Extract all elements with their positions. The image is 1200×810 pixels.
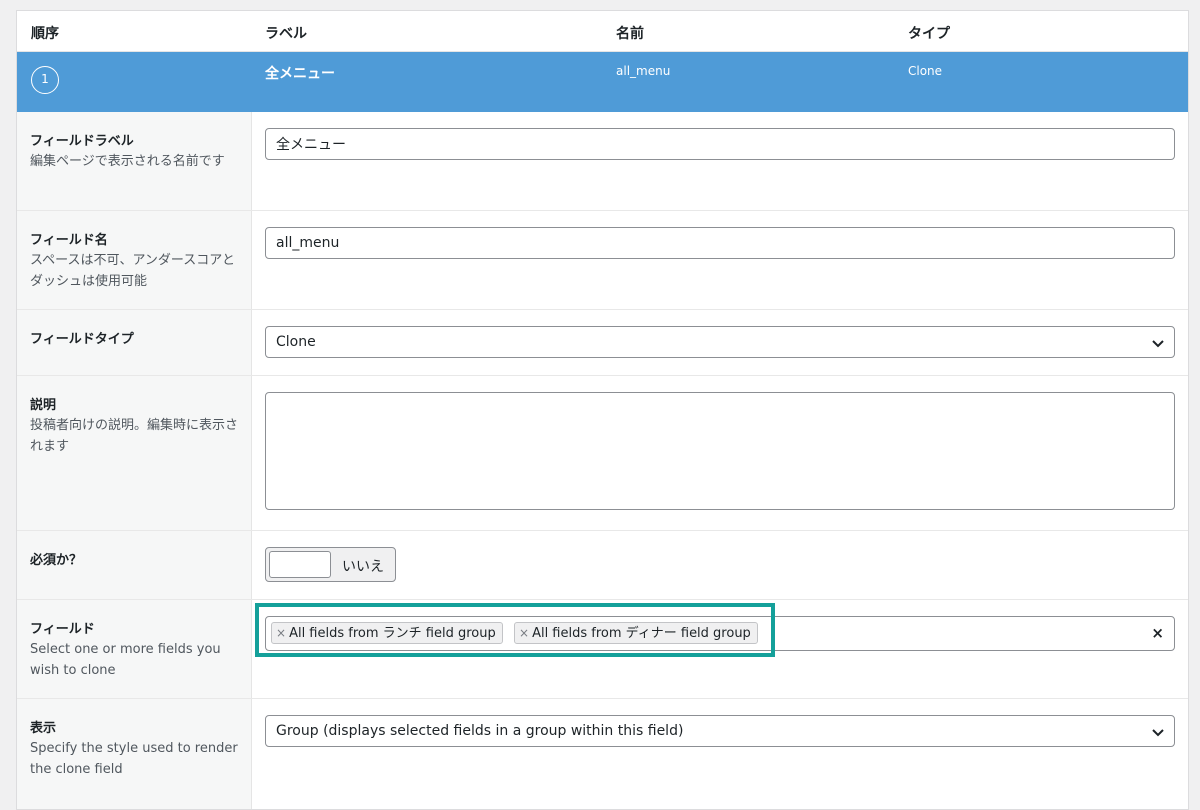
header-label: ラベル bbox=[265, 26, 307, 42]
header-name: 名前 bbox=[616, 26, 644, 42]
chevron-down-icon bbox=[1152, 729, 1164, 737]
close-icon[interactable]: × bbox=[519, 626, 529, 640]
field-name-input[interactable] bbox=[265, 227, 1175, 259]
setting-fields: フィールド Select one or more fields you wish… bbox=[17, 600, 1188, 699]
setting-title: フィールドラベル bbox=[30, 134, 134, 149]
setting-label-column: 表示 Specify the style used to render the … bbox=[17, 699, 252, 809]
field-label-input[interactable] bbox=[265, 128, 1175, 160]
setting-label-column: フィールドラベル 編集ページで表示される名前です bbox=[17, 112, 252, 210]
field-row-type: Clone bbox=[908, 64, 943, 78]
field-type-selected: Clone bbox=[276, 334, 316, 350]
order-handle[interactable]: 1 bbox=[31, 66, 59, 94]
toggle-knob bbox=[269, 551, 331, 578]
field-group-panel: 順序 ラベル 名前 タイプ 1 全メニュー all_menu Clone フィー… bbox=[16, 10, 1189, 810]
setting-title: 表示 bbox=[30, 721, 57, 736]
setting-field-name: フィールド名 スペースは不可、アンダースコアとダッシュは使用可能 bbox=[17, 211, 1188, 310]
setting-label-column: 説明 投稿者向けの説明。編集時に表示されます bbox=[17, 376, 252, 530]
setting-field-label: フィールドラベル 編集ページで表示される名前です bbox=[17, 112, 1188, 211]
header-order: 順序 bbox=[31, 26, 59, 42]
clear-selection-icon[interactable]: × bbox=[1151, 624, 1164, 642]
selected-field-tag: × All fields from ディナー field group bbox=[514, 622, 758, 644]
chevron-down-icon bbox=[1152, 340, 1164, 348]
display-style-selected: Group (displays selected fields in a gro… bbox=[276, 723, 684, 739]
setting-title: 必須か？ bbox=[30, 553, 83, 568]
setting-label-column: 必須か？ bbox=[17, 531, 252, 599]
tag-label: All fields from ディナー field group bbox=[532, 626, 751, 641]
setting-label-column: フィールド名 スペースは不可、アンダースコアとダッシュは使用可能 bbox=[17, 211, 252, 309]
field-row-name: all_menu bbox=[616, 64, 671, 78]
field-row-all-menu[interactable]: 1 全メニュー all_menu Clone bbox=[17, 52, 1188, 112]
table-header: 順序 ラベル 名前 タイプ bbox=[17, 11, 1188, 52]
field-type-select[interactable]: Clone bbox=[265, 326, 1175, 358]
tag-label: All fields from ランチ field group bbox=[289, 626, 496, 641]
setting-description: 編集ページで表示される名前です bbox=[30, 154, 225, 169]
setting-title: 説明 bbox=[30, 398, 57, 413]
setting-field-type: フィールドタイプ Clone bbox=[17, 310, 1188, 376]
instructions-textarea[interactable] bbox=[265, 392, 1175, 510]
close-icon[interactable]: × bbox=[276, 626, 286, 640]
display-style-select[interactable]: Group (displays selected fields in a gro… bbox=[265, 715, 1175, 747]
setting-title: フィールドタイプ bbox=[30, 332, 134, 347]
clone-fields-select[interactable]: × All fields from ランチ field group × All fi… bbox=[265, 616, 1175, 651]
field-row-label[interactable]: 全メニュー bbox=[265, 63, 335, 83]
setting-display: 表示 Specify the style used to render the … bbox=[17, 699, 1188, 809]
setting-instructions: 説明 投稿者向けの説明。編集時に表示されます bbox=[17, 376, 1188, 531]
setting-title: フィールド名 bbox=[30, 233, 108, 248]
setting-title: フィールド bbox=[30, 622, 95, 637]
selected-field-tag: × All fields from ランチ field group bbox=[271, 622, 503, 644]
setting-description: Specify the style used to render the clo… bbox=[30, 741, 238, 777]
setting-description: スペースは不可、アンダースコアとダッシュは使用可能 bbox=[30, 253, 236, 289]
setting-required: 必須か？ いいえ bbox=[17, 531, 1188, 600]
setting-label-column: フィールドタイプ bbox=[17, 310, 252, 375]
setting-description: 投稿者向けの説明。編集時に表示されます bbox=[30, 418, 239, 454]
toggle-state-text: いいえ bbox=[342, 559, 384, 575]
setting-label-column: フィールド Select one or more fields you wish… bbox=[17, 600, 252, 698]
header-type: タイプ bbox=[908, 26, 950, 42]
setting-description: Select one or more fields you wish to cl… bbox=[30, 642, 221, 678]
required-toggle[interactable]: いいえ bbox=[265, 547, 396, 582]
